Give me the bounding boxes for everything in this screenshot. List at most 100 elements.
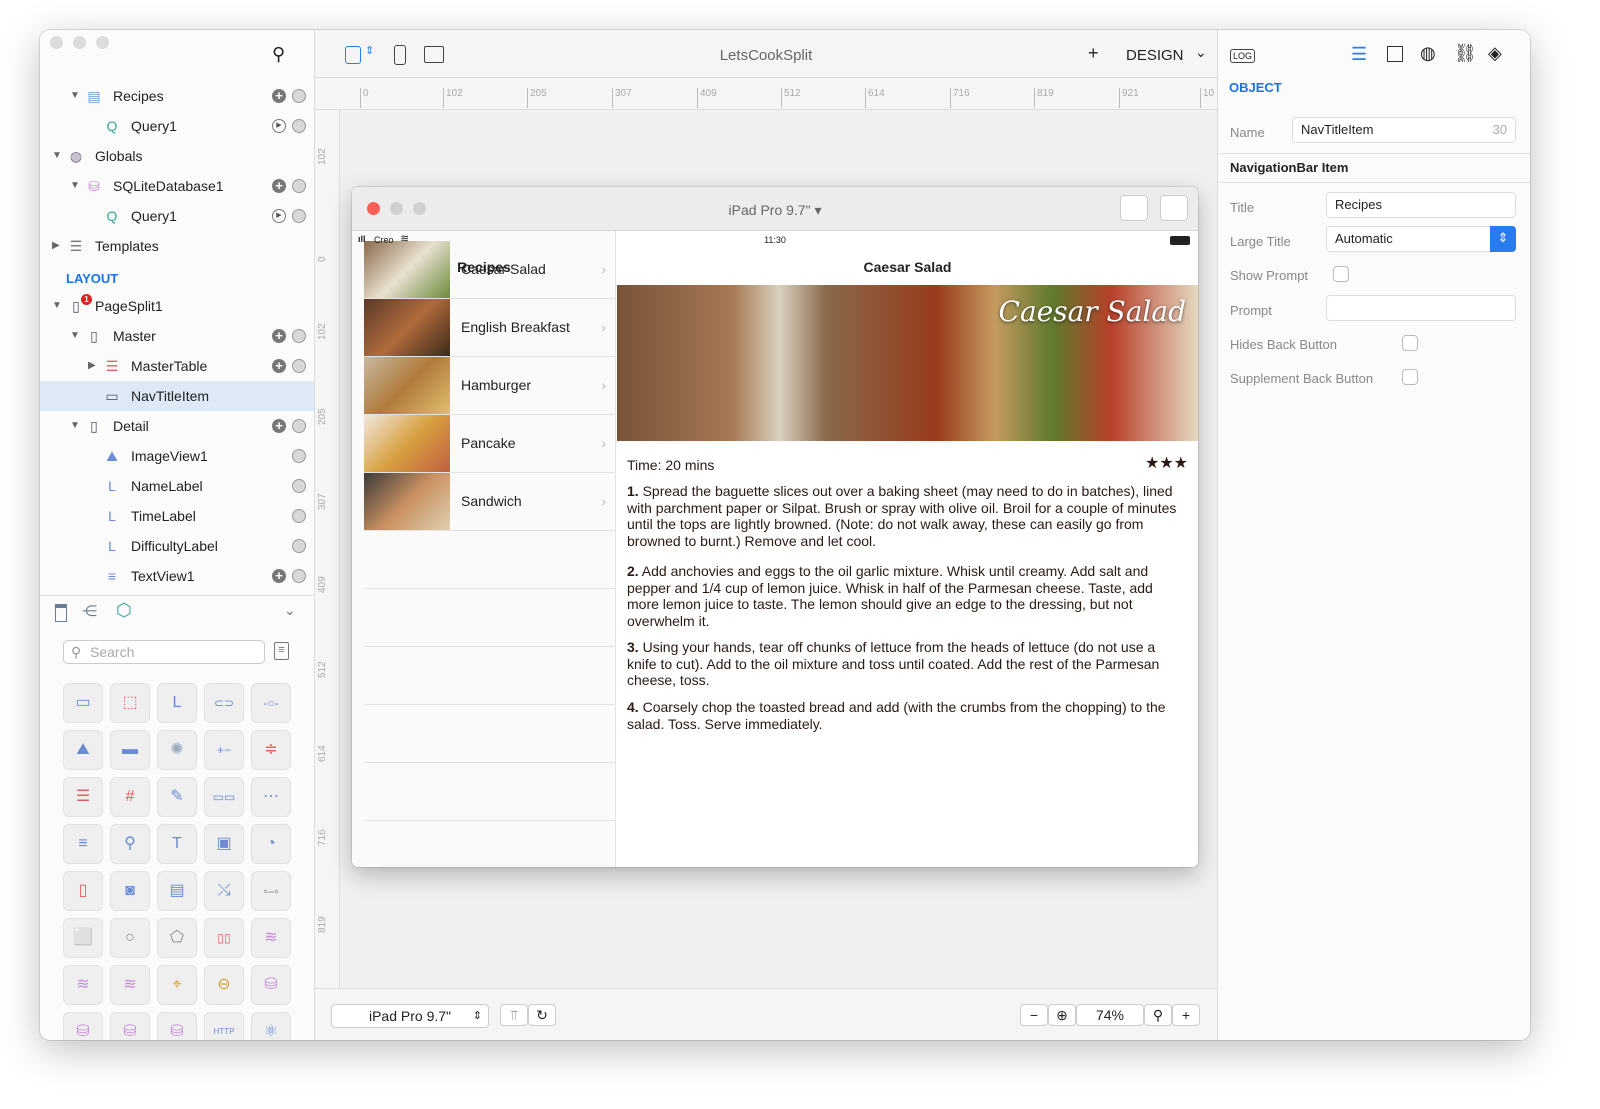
- disclosure-open-icon[interactable]: ▼: [52, 141, 62, 171]
- visibility-toggle[interactable]: [292, 509, 306, 523]
- add-icon[interactable]: +: [272, 569, 286, 583]
- tree-item-sqlitedatabase1[interactable]: ▼ ⛁ SQLiteDatabase1 +: [40, 171, 314, 201]
- activity-icon[interactable]: ✺: [157, 730, 197, 770]
- visibility-toggle[interactable]: [292, 119, 306, 133]
- http-icon[interactable]: HTTP: [204, 1012, 244, 1040]
- visibility-toggle[interactable]: [292, 89, 306, 103]
- slider-icon[interactable]: -○-: [251, 683, 291, 723]
- search-bar-icon[interactable]: ⚲: [110, 824, 150, 864]
- add-icon[interactable]: +: [272, 179, 286, 193]
- network-icon[interactable]: ⚛: [251, 1012, 291, 1040]
- view-icon[interactable]: ⬚: [110, 683, 150, 723]
- objects-tab-icon[interactable]: ⬡: [116, 600, 132, 621]
- visibility-tab-icon[interactable]: ◈: [1488, 43, 1502, 64]
- visibility-toggle[interactable]: [292, 179, 306, 193]
- button-icon[interactable]: ▭: [63, 683, 103, 723]
- log-button[interactable]: LOG: [1230, 49, 1256, 63]
- table-icon[interactable]: ☰: [63, 777, 103, 817]
- location-icon[interactable]: ⌖: [157, 965, 197, 1005]
- tree-item-templates[interactable]: ▶ ☰ Templates: [40, 231, 314, 261]
- mode-select[interactable]: DESIGN: [1126, 47, 1184, 64]
- recipe-row[interactable]: Hamburger ›: [364, 357, 616, 415]
- minimize-button[interactable]: [73, 36, 86, 49]
- add-icon[interactable]: +: [272, 359, 286, 373]
- tree-item-query1[interactable]: Q Query1 ▶: [40, 111, 314, 141]
- rotate-icon[interactable]: [1160, 195, 1188, 221]
- webview-icon[interactable]: ▣: [204, 824, 244, 864]
- disclosure-closed-icon[interactable]: ▶: [52, 231, 60, 261]
- chevron-down-icon[interactable]: ⌄: [1195, 44, 1207, 61]
- tree-item-master[interactable]: ▼ ▯ Master +: [40, 321, 314, 351]
- disclosure-open-icon[interactable]: ▼: [70, 171, 80, 201]
- visibility-toggle[interactable]: [292, 569, 306, 583]
- title-field[interactable]: Recipes: [1326, 192, 1516, 218]
- tree-item-detail[interactable]: ▼ ▯ Detail +: [40, 411, 314, 441]
- visibility-toggle[interactable]: [292, 449, 306, 463]
- zoom-fit-button[interactable]: ⚲: [1144, 1004, 1172, 1026]
- segment-control-icon[interactable]: ▭▭: [204, 777, 244, 817]
- visibility-toggle[interactable]: [292, 479, 306, 493]
- split-view-icon[interactable]: [1120, 195, 1148, 221]
- add-icon[interactable]: +: [272, 419, 286, 433]
- zoom-reset-button[interactable]: ⊕: [1048, 1004, 1076, 1026]
- circle-shape-icon[interactable]: ○: [110, 918, 150, 958]
- database-icon[interactable]: ⛁: [110, 1012, 150, 1040]
- disclosure-open-icon[interactable]: ▼: [70, 411, 80, 441]
- visibility-toggle[interactable]: [292, 539, 306, 553]
- prompt-field[interactable]: [1326, 295, 1516, 321]
- grid-icon[interactable]: #: [110, 777, 150, 817]
- tree-item-pagesplit1[interactable]: ▼ ▯ 1 PageSplit1: [40, 291, 314, 321]
- controls-tab-icon[interactable]: ⋲: [82, 602, 97, 620]
- layers-icon[interactable]: ≋: [251, 918, 291, 958]
- progress-icon[interactable]: ▬: [110, 730, 150, 770]
- hides-back-button-checkbox[interactable]: [1402, 335, 1418, 351]
- database-icon[interactable]: ⛁: [63, 1012, 103, 1040]
- pen-icon[interactable]: ✎: [157, 777, 197, 817]
- recipe-row[interactable]: English Breakfast ›: [364, 299, 616, 357]
- tree-item-difficultylabel[interactable]: L DifficultyLabel: [40, 531, 314, 561]
- database-icon[interactable]: ⛁: [157, 1012, 197, 1040]
- frame-tab-icon[interactable]: [1387, 46, 1403, 62]
- search-icon[interactable]: ⚲: [272, 44, 285, 65]
- show-prompt-checkbox[interactable]: [1333, 266, 1349, 282]
- camera-icon[interactable]: ◙: [110, 871, 150, 911]
- switch-icon[interactable]: ⊂⊃: [204, 683, 244, 723]
- chevron-down-icon[interactable]: ⌄: [284, 602, 296, 619]
- run-icon[interactable]: ▶: [272, 119, 286, 133]
- textview-icon[interactable]: ≡: [63, 824, 103, 864]
- fit-button[interactable]: ⫪: [500, 1004, 528, 1026]
- visibility-toggle[interactable]: [292, 419, 306, 433]
- video-icon[interactable]: ▤: [157, 871, 197, 911]
- disclosure-open-icon[interactable]: ▼: [70, 321, 80, 351]
- list-view-icon[interactable]: ≡: [274, 642, 289, 660]
- recipe-row[interactable]: Pancake ›: [364, 415, 616, 473]
- supplement-back-button-checkbox[interactable]: [1402, 369, 1418, 385]
- tree-item-namelabel[interactable]: L NameLabel: [40, 471, 314, 501]
- close-button[interactable]: [50, 36, 63, 49]
- columns-icon[interactable]: ▯▯: [204, 918, 244, 958]
- tree-item-query1[interactable]: Q Query1 ▶: [40, 201, 314, 231]
- polygon-shape-icon[interactable]: ⬠: [157, 918, 197, 958]
- carousel-icon[interactable]: ▯: [63, 871, 103, 911]
- tree-item-globals[interactable]: ▼ ◍ Globals: [40, 141, 314, 171]
- tree-item-mastertable[interactable]: ▶ ☰ MasterTable +: [40, 351, 314, 381]
- layers-icon[interactable]: ≋: [110, 965, 150, 1005]
- visibility-toggle[interactable]: [292, 359, 306, 373]
- zoom-button[interactable]: [96, 36, 109, 49]
- pages-tab-icon[interactable]: [55, 604, 67, 622]
- visibility-toggle[interactable]: [292, 329, 306, 343]
- run-icon[interactable]: ▶: [272, 209, 286, 223]
- zoom-out-button[interactable]: −: [1020, 1004, 1048, 1026]
- add-button[interactable]: +: [1088, 43, 1099, 64]
- tree-item-timelabel[interactable]: L TimeLabel: [40, 501, 314, 531]
- connector-icon[interactable]: ▫–▫: [251, 871, 291, 911]
- label-icon[interactable]: L: [157, 683, 197, 723]
- tree-item-recipes[interactable]: ▼ ▤ Recipes +: [40, 81, 314, 111]
- style-tab-icon[interactable]: ◍: [1420, 43, 1436, 64]
- large-title-select[interactable]: Automatic ⇕: [1326, 226, 1516, 252]
- properties-tab-icon[interactable]: ☰: [1351, 44, 1367, 65]
- palette-search-input[interactable]: ⚲ Search: [63, 640, 265, 664]
- device-size-select[interactable]: iPad Pro 9.7" ⇕: [331, 1004, 489, 1028]
- tree-item-textview1[interactable]: ≡ TextView1 +: [40, 561, 314, 591]
- toolbar-icon[interactable]: ⋯: [251, 777, 291, 817]
